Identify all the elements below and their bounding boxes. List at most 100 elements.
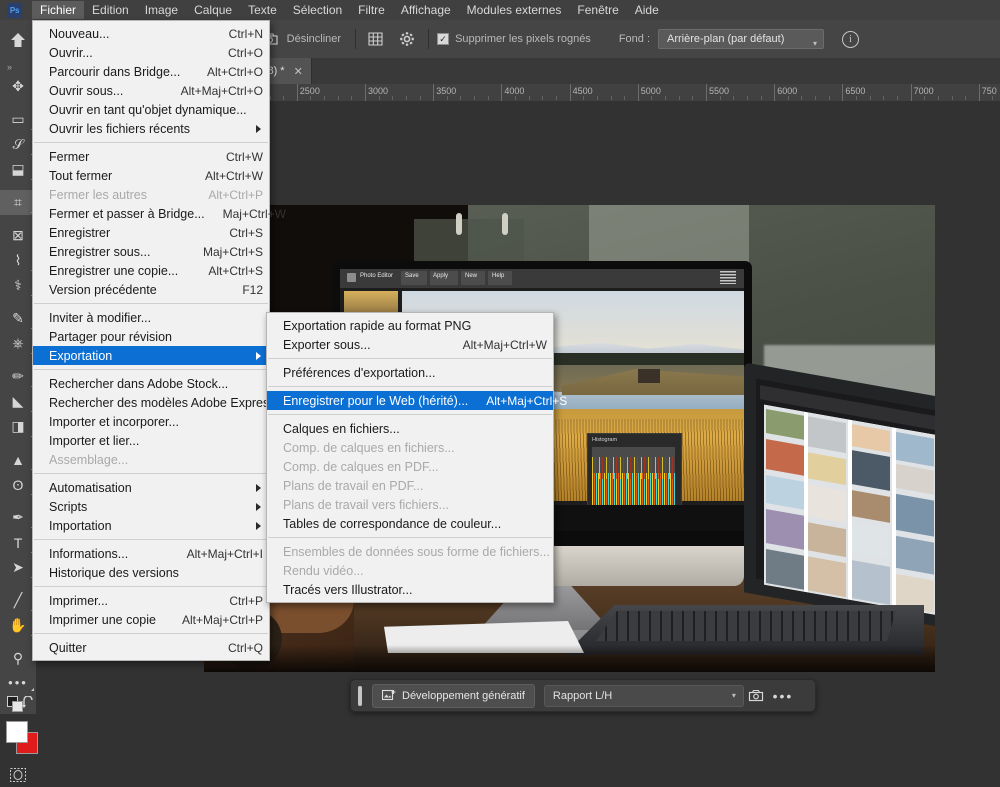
home-button[interactable] <box>0 20 36 60</box>
gear-icon[interactable] <box>396 28 418 50</box>
brush-tool[interactable]: ✎ <box>0 306 36 331</box>
photoshop-window: » ✥ ▭ 𝒮 ⬓ ⌗ ⊠ ⌇ ⚕ ✎ ⎈ ✏ ◣ ◨ ▲ ʘ ✒ T ➤ ╱ ✋ ⚲ ••• <box>0 0 1000 782</box>
blur-tool[interactable]: ▲ <box>0 447 36 472</box>
menu-item-shortcut: Maj+Ctrl+W <box>222 206 286 221</box>
image-settings-button[interactable] <box>744 689 770 703</box>
blur-tool-icon: ▲ <box>11 451 25 468</box>
foreground-color-swatch[interactable] <box>6 721 28 743</box>
menu-item-imprimer-une-copie[interactable]: Imprimer une copie Alt+Maj+Ctrl+P <box>33 610 269 629</box>
menu-item-pr-f-rences-d-exportation[interactable]: Préférences d'exportation... <box>267 363 553 382</box>
frame-tool[interactable]: ⊠ <box>0 223 36 248</box>
horizontal-type-tool[interactable]: T <box>0 530 36 555</box>
menu-item-partager-pour-r-vision[interactable]: Partager pour révision <box>33 327 269 346</box>
tools-panel: » ✥ ▭ 𝒮 ⬓ ⌗ ⊠ ⌇ ⚕ ✎ ⎈ ✏ ◣ ◨ ▲ ʘ ✒ T ➤ ╱ ✋ ⚲ ••• <box>0 20 38 782</box>
menu-item-historique-des-versions[interactable]: Historique des versions <box>33 563 269 582</box>
menu-item-enregistrer[interactable]: Enregistrer Ctrl+S <box>33 223 269 242</box>
ruler-minor-tick <box>392 96 394 100</box>
menu-item-enregistrer-une-copie[interactable]: Enregistrer une copie... Alt+Ctrl+S <box>33 261 269 280</box>
clone-stamp-tool[interactable]: ⎈ <box>0 331 36 356</box>
menubar-item-image[interactable]: Image <box>137 1 186 19</box>
quick-mask-button[interactable] <box>0 763 36 787</box>
lasso-tool[interactable]: 𝒮 <box>0 132 36 157</box>
menu-item-exportation-rapide-au-format-png[interactable]: Exportation rapide au format PNG <box>267 316 553 335</box>
ruler-minor-tick <box>419 96 421 100</box>
expand-toolbar-button[interactable]: » <box>0 60 36 74</box>
grid-overlay-icon[interactable] <box>364 28 386 50</box>
menu-item-version-pr-c-dente[interactable]: Version précédente F12 <box>33 280 269 299</box>
default-colors-icon[interactable] <box>7 696 23 712</box>
menu-item-informations[interactable]: Informations... Alt+Maj+Ctrl+I <box>33 544 269 563</box>
generative-expand-button[interactable]: Développement génératif <box>372 683 535 708</box>
eyedropper-tool[interactable]: ⌇ <box>0 248 36 273</box>
menubar-item-fichier[interactable]: Fichier <box>32 1 85 19</box>
pen-tool[interactable]: ✒ <box>0 505 36 530</box>
menu-item-enregistrer-sous[interactable]: Enregistrer sous... Maj+Ctrl+S <box>33 242 269 261</box>
menu-item-tout-fermer[interactable]: Tout fermer Alt+Ctrl+W <box>33 166 269 185</box>
menu-item-tables-de-correspondance-de-couleur[interactable]: Tables de correspondance de couleur... <box>267 514 553 533</box>
drag-grip-icon[interactable] <box>358 685 362 706</box>
menu-item-ouvrir[interactable]: Ouvrir... Ctrl+O <box>33 43 269 62</box>
menu-item-trac-s-vers-illustrator[interactable]: Tracés vers Illustrator... <box>267 580 553 599</box>
path-selection-tool[interactable]: ➤ <box>0 555 36 580</box>
more-tools-button[interactable]: ••• <box>0 671 36 693</box>
menu-item-rechercher-dans-adobe-stock[interactable]: Rechercher dans Adobe Stock... <box>33 374 269 393</box>
menubar-item-calque[interactable]: Calque <box>186 1 240 19</box>
menu-item-calques-en-fichiers[interactable]: Calques en fichiers... <box>267 419 553 438</box>
menu-item-nouveau[interactable]: Nouveau... Ctrl+N <box>33 24 269 43</box>
zoom-tool[interactable]: ⚲ <box>0 646 36 671</box>
menu-item-fermer[interactable]: Fermer Ctrl+W <box>33 147 269 166</box>
menu-item-importation[interactable]: Importation <box>33 516 269 535</box>
swap-colors-icon[interactable] <box>21 696 35 710</box>
hand-tool[interactable]: ✋ <box>0 613 36 638</box>
menu-item-exporter-sous[interactable]: Exporter sous... Alt+Maj+Ctrl+W <box>267 335 553 354</box>
menu-item-fermer-les-autres: Fermer les autres Alt+Ctrl+P <box>33 185 269 204</box>
eraser-tool[interactable]: ◣ <box>0 389 36 414</box>
menu-item-imprimer[interactable]: Imprimer... Ctrl+P <box>33 591 269 610</box>
menu-item-ouvrir-sous[interactable]: Ouvrir sous... Alt+Maj+Ctrl+O <box>33 81 269 100</box>
menubar-item-edition[interactable]: Edition <box>84 1 137 19</box>
file-menu-dropdown[interactable]: Nouveau... Ctrl+N Ouvrir... Ctrl+O Parcourir… <box>32 20 286 661</box>
menubar-item-texte[interactable]: Texte <box>240 1 285 19</box>
menu-item-parcourir-dans-bridge[interactable]: Parcourir dans Bridge... Alt+Ctrl+O <box>33 62 269 81</box>
dodge-tool[interactable]: ʘ <box>0 472 36 497</box>
menu-item-rechercher-des-mod-les-adobe-express[interactable]: Rechercher des modèles Adobe Express... <box>33 393 286 412</box>
menubar-item-affichage[interactable]: Affichage <box>393 1 459 19</box>
aspect-ratio-value: Rapport L/H <box>552 689 613 702</box>
menubar-item-filtre[interactable]: Filtre <box>350 1 393 19</box>
menubar-item-fen-tre[interactable]: Fenêtre <box>569 1 626 19</box>
menu-item-automatisation[interactable]: Automatisation <box>33 478 269 497</box>
line-shape-tool[interactable]: ╱ <box>0 588 36 613</box>
menubar-item-s-lection[interactable]: Sélection <box>285 1 350 19</box>
fill-select[interactable]: Arrière-plan (par défaut) ▾ <box>658 29 824 49</box>
gradient-tool[interactable]: ◨ <box>0 414 36 439</box>
menu-item-importer-et-incorporer[interactable]: Importer et incorporer... <box>33 412 269 431</box>
menu-item-ouvrir-en-tant-qu-objet-dynamique[interactable]: Ouvrir en tant qu'objet dynamique... <box>33 100 269 119</box>
crop-tool[interactable]: ⌗ <box>0 190 36 215</box>
more-options-button[interactable]: ••• <box>770 689 796 703</box>
object-selection-tool[interactable]: ⬓ <box>0 157 36 182</box>
menubar-item-aide[interactable]: Aide <box>627 1 667 19</box>
spot-healing-brush-tool[interactable]: ⚕ <box>0 273 36 298</box>
export-submenu-dropdown[interactable]: Exportation rapide au format PNG Exporter… <box>266 312 567 603</box>
menu-item-inviter-modifier[interactable]: Inviter à modifier... <box>33 308 269 327</box>
aspect-ratio-select[interactable]: Rapport L/H ▾ <box>543 684 744 707</box>
close-icon[interactable]: ✕ <box>294 65 303 78</box>
menu-item-exportation[interactable]: Exportation <box>33 346 269 365</box>
menu-item-quitter[interactable]: Quitter Ctrl+Q <box>33 638 269 657</box>
info-icon[interactable]: i <box>842 30 859 48</box>
delete-cropped-pixels-checkbox[interactable]: ✓ Supprimer les pixels rognés <box>437 33 591 45</box>
menubar-item-modules-externes[interactable]: Modules externes <box>459 1 570 19</box>
straighten-label[interactable]: Désincliner <box>287 33 341 45</box>
color-swatches[interactable] <box>0 719 38 763</box>
menu-item-enregistrer-pour-le-web-h-rit[interactable]: Enregistrer pour le Web (hérité)... Alt+M… <box>267 391 567 410</box>
menu-item-ouvrir-les-fichiers-r-cents[interactable]: Ouvrir les fichiers récents <box>33 119 269 138</box>
rectangular-marquee-tool[interactable]: ▭ <box>0 107 36 132</box>
ruler-minor-tick <box>746 96 748 100</box>
menu-item-importer-et-lier[interactable]: Importer et lier... <box>33 431 269 450</box>
menu-item-fermer-et-passer-bridge[interactable]: Fermer et passer à Bridge... Maj+Ctrl+W <box>33 204 286 223</box>
menu-item-scripts[interactable]: Scripts <box>33 497 269 516</box>
ruler-minor-tick <box>283 96 285 100</box>
history-brush-tool[interactable]: ✏ <box>0 364 36 389</box>
menu-separator <box>268 386 552 387</box>
move-tool[interactable]: ✥ <box>0 74 36 99</box>
